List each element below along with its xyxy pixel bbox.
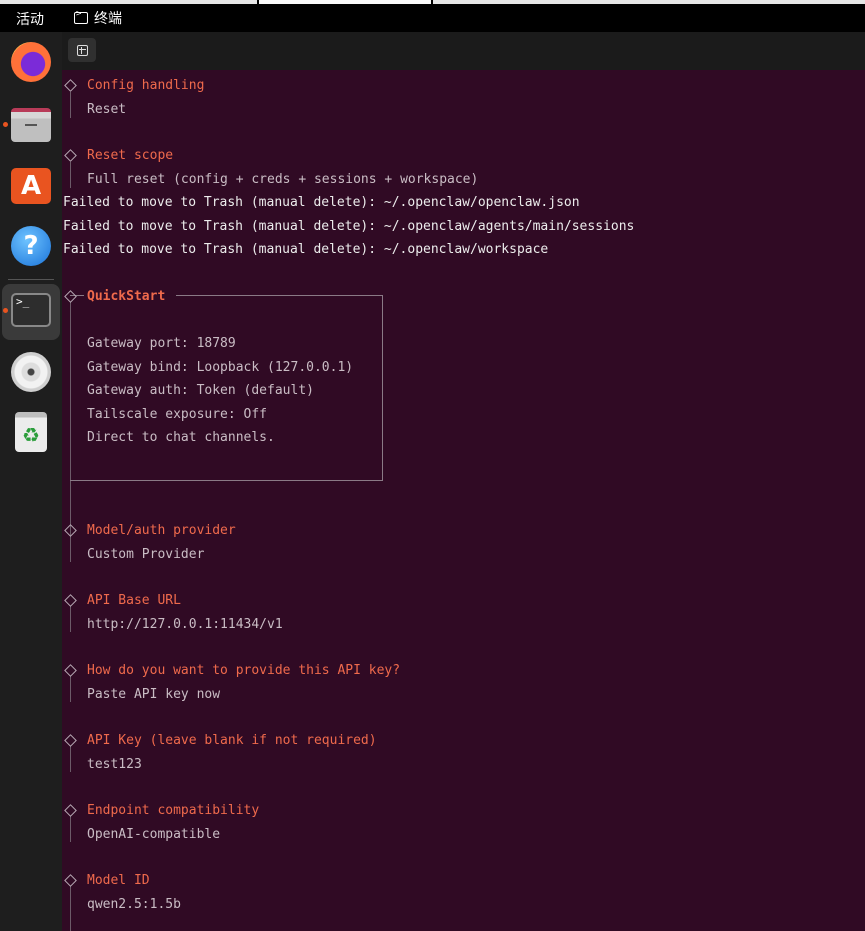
window-strip: [0, 0, 257, 4]
quickstart-line: Gateway bind: Loopback (127.0.0.1): [87, 360, 354, 375]
dock-item-terminal[interactable]: >_: [9, 288, 53, 332]
app-store-icon: A: [11, 168, 51, 204]
connector-line: [70, 536, 71, 562]
quickstart-line: Tailscale exposure: Off: [87, 407, 268, 422]
connector-line: [70, 746, 71, 772]
quickstart-line: Gateway port: 18789: [87, 336, 236, 351]
terminal-window: Config handling Reset Reset scope Full r…: [62, 32, 865, 931]
prompt-answer: OpenAI-compatible: [87, 827, 221, 842]
prompt-label: Reset scope: [87, 148, 174, 163]
error-line: Failed to move to Trash (manual delete):…: [63, 242, 549, 257]
prompt-answer: Reset: [87, 102, 127, 117]
quickstart-line: Direct to chat channels.: [87, 430, 275, 445]
dock-item-disc[interactable]: [9, 350, 53, 394]
connector-line: [70, 676, 71, 702]
prompt-diamond-icon: [64, 79, 77, 92]
files-icon: [11, 108, 51, 142]
dock: A ? >_ ♻: [0, 32, 62, 931]
terminal-icon: >_: [11, 293, 51, 327]
dock-item-firefox[interactable]: [9, 40, 53, 84]
connector-line: [70, 816, 71, 842]
prompt-answer: Custom Provider: [87, 547, 205, 562]
prompt-diamond-icon: [64, 874, 77, 887]
top-bar: 活动 终端: [0, 0, 865, 32]
dock-item-trash[interactable]: ♻: [9, 410, 53, 454]
running-indicator: [3, 308, 8, 313]
prompt-answer: Paste API key now: [87, 687, 221, 702]
prompt-diamond-icon: [64, 149, 77, 162]
prompt-label: Model/auth provider: [87, 523, 236, 538]
dock-item-app-store[interactable]: A: [9, 162, 53, 206]
firefox-icon: [11, 42, 51, 82]
app-menu[interactable]: 终端: [74, 8, 122, 28]
connector-line: [70, 162, 71, 188]
prompt-diamond-icon: [64, 664, 77, 677]
terminal-output[interactable]: Config handling Reset Reset scope Full r…: [62, 70, 865, 931]
prompt-label: Config handling: [87, 78, 205, 93]
running-indicator: [3, 122, 8, 127]
window-strip: [433, 0, 865, 4]
window-strip: [259, 0, 431, 4]
prompt-diamond-icon: [64, 804, 77, 817]
prompt-diamond-icon: [64, 734, 77, 747]
connector-line: [70, 886, 71, 931]
prompt-label: API Base URL: [87, 593, 181, 608]
terminal-icon: [74, 9, 88, 24]
error-line: Failed to move to Trash (manual delete):…: [63, 219, 635, 234]
dock-item-files[interactable]: [9, 102, 53, 146]
new-tab-icon: [76, 44, 88, 56]
prompt-label: Model ID: [87, 873, 150, 888]
quickstart-line: Gateway auth: Token (default): [87, 383, 314, 398]
prompt-answer: http://127.0.0.1:11434/v1: [87, 617, 283, 632]
connector-line: [70, 606, 71, 632]
help-icon: ?: [11, 226, 51, 266]
trash-icon: ♻: [15, 412, 47, 452]
prompt-label: API Key (leave blank if not required): [87, 733, 377, 748]
quickstart-title: QuickStart: [87, 289, 166, 304]
prompt-answer: test123: [87, 757, 142, 772]
prompt-answer: qwen2.5:1.5b: [87, 897, 181, 912]
connector-line: [70, 92, 71, 118]
app-name: 终端: [94, 11, 122, 27]
prompt-diamond-icon: [64, 524, 77, 537]
dock-separator: [8, 279, 54, 280]
terminal-header: [62, 32, 865, 70]
error-line: Failed to move to Trash (manual delete):…: [63, 195, 580, 210]
new-tab-button[interactable]: [68, 38, 96, 62]
prompt-label: How do you want to provide this API key?: [87, 663, 401, 678]
activities-button[interactable]: 活动: [16, 9, 44, 29]
prompt-diamond-icon: [64, 594, 77, 607]
prompt-answer: Full reset (config + creds + sessions + …: [87, 172, 479, 187]
dock-item-help[interactable]: ?: [9, 224, 53, 268]
disc-icon: [11, 352, 51, 392]
prompt-label: Endpoint compatibility: [87, 803, 260, 818]
